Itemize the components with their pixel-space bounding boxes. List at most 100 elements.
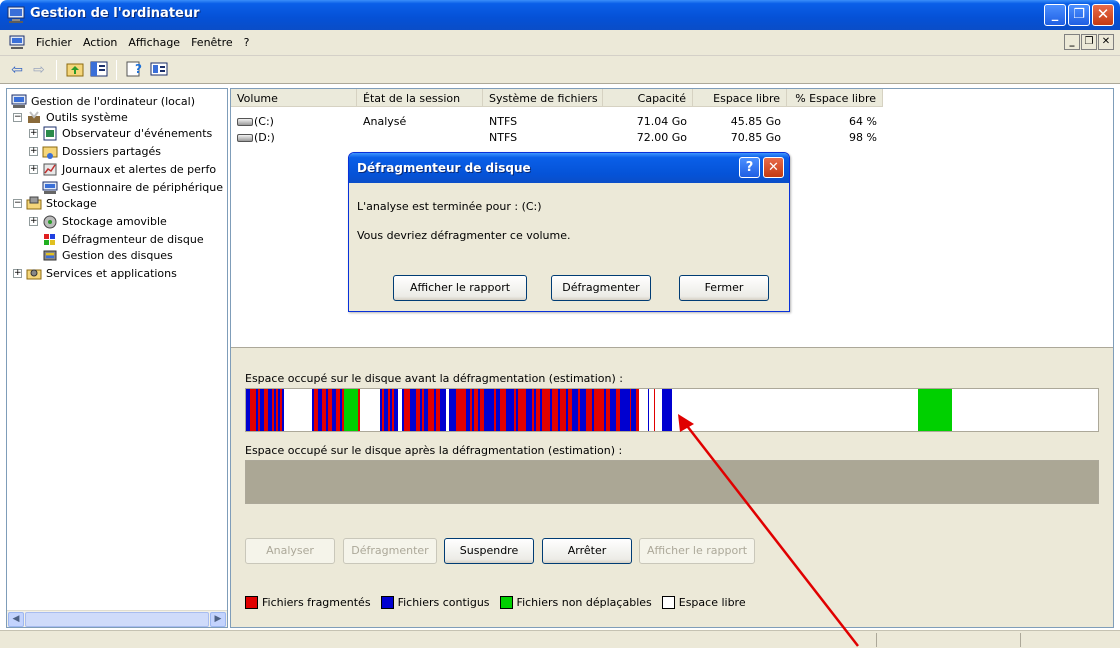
table-row[interactable]: (D:) NTFS 72.00 Go 70.85 Go 98 % [231, 130, 883, 146]
tree-item-removable-storage[interactable]: + Stockage amovible [29, 213, 167, 229]
status-bar [0, 630, 1120, 648]
defragmenter-dialog: Défragmenteur de disque ? ✕ L'analyse es… [348, 152, 790, 312]
device-manager-icon [42, 181, 58, 194]
computer-management-icon [9, 35, 25, 49]
tree-label: Gestionnaire de périphérique [62, 180, 224, 194]
back-arrow-icon[interactable]: ⇦ [6, 61, 28, 79]
column-header-file-system[interactable]: Système de fichiers [483, 89, 603, 107]
tools-icon [28, 110, 40, 123]
collapse-icon[interactable]: − [13, 112, 22, 122]
up-folder-icon[interactable] [64, 61, 86, 79]
fragmented-swatch [245, 596, 258, 609]
column-header-volume[interactable]: Volume [231, 89, 357, 107]
disk-management-icon [43, 250, 57, 260]
legend-unmovable: Fichiers non déplaçables [516, 596, 652, 609]
analyze-button[interactable]: Analyser [245, 538, 335, 564]
scroll-thumb[interactable] [25, 612, 209, 627]
unmovable-swatch [499, 596, 513, 609]
session-state [357, 130, 483, 146]
mdi-close-button[interactable]: ✕ [1098, 34, 1114, 50]
expand-icon[interactable]: + [29, 146, 38, 156]
maximize-button[interactable]: ❐ [1068, 4, 1090, 26]
tree-item-storage[interactable]: − Stockage [13, 195, 97, 211]
contiguous-swatch [380, 596, 394, 609]
title-bar[interactable]: Gestion de l'ordinateur _ ❐ ✕ [0, 0, 1120, 30]
legend: Fichiers fragmentés Fichiers contigus Fi… [245, 596, 756, 609]
column-header-session-state[interactable]: État de la session [357, 89, 483, 107]
menu-bar: Fichier Action Affichage Fenêtre ? _ ❐ ✕ [0, 30, 1120, 56]
menu-action[interactable]: Action [83, 36, 117, 49]
dialog-title-bar[interactable]: Défragmenteur de disque ? ✕ [349, 153, 789, 183]
services-icon [26, 269, 42, 279]
dialog-close-action-button[interactable]: Fermer [679, 275, 769, 301]
tree-item-disk-management[interactable]: Gestion des disques [42, 247, 173, 263]
tree-item-performance-logs[interactable]: + Journaux et alertes de perfo [29, 161, 216, 177]
expand-icon[interactable]: + [13, 268, 22, 278]
scroll-right-icon[interactable]: ▶ [210, 612, 226, 627]
defragmenter-icon [44, 233, 55, 245]
tree-item-shared-folders[interactable]: + Dossiers partagés [29, 143, 161, 159]
free-percent: 98 % [849, 131, 877, 144]
defrag-panel: Espace occupé sur le disque avant la déf… [231, 347, 1113, 627]
tree-item-event-viewer[interactable]: + Observateur d'événements [29, 125, 212, 141]
capacity: 71.04 Go [636, 115, 687, 128]
pause-button[interactable]: Suspendre [444, 538, 534, 564]
expand-icon[interactable]: + [29, 164, 38, 174]
tree-item-disk-defragmenter[interactable]: Défragmenteur de disque [42, 231, 204, 247]
shared-folders-icon [42, 146, 58, 159]
show-hide-tree-icon[interactable] [88, 61, 110, 79]
computer-icon [11, 94, 27, 108]
menu-help[interactable]: ? [244, 36, 250, 49]
toolbar: ⇦ ⇨ ? [0, 56, 1120, 84]
disk-map-before [245, 388, 1099, 432]
menu-fenetre[interactable]: Fenêtre [191, 36, 233, 49]
view-report-button[interactable]: Afficher le rapport [639, 538, 755, 564]
collapse-icon[interactable]: − [13, 198, 22, 208]
tree-label: Stockage [46, 196, 97, 210]
mdi-minimize-button[interactable]: _ [1064, 34, 1080, 50]
column-header-free-percent[interactable]: % Espace libre [787, 89, 883, 107]
storage-icon [26, 196, 42, 209]
scroll-left-icon[interactable]: ◀ [8, 612, 24, 627]
fragmentation-map [246, 389, 952, 431]
properties-icon[interactable] [148, 61, 170, 79]
tree-item-device-manager[interactable]: Gestionnaire de périphérique [42, 179, 223, 195]
dialog-close-button[interactable]: ✕ [763, 157, 784, 178]
dialog-defragment-button[interactable]: Défragmenter [551, 275, 651, 301]
tree-horizontal-scrollbar[interactable]: ◀ ▶ [7, 610, 227, 627]
hard-disk-icon [237, 118, 253, 126]
expand-icon[interactable]: + [29, 216, 38, 226]
expand-icon[interactable]: + [29, 128, 38, 138]
table-row[interactable]: (C:) Analysé NTFS 71.04 Go 45.85 Go 64 % [231, 114, 883, 130]
event-viewer-icon [43, 126, 57, 140]
column-header-capacity[interactable]: Capacité [603, 89, 693, 107]
help-icon[interactable]: ? [124, 61, 146, 79]
file-system: NTFS [489, 115, 518, 128]
menu-affichage[interactable]: Affichage [128, 36, 180, 49]
mdi-restore-button[interactable]: ❐ [1081, 34, 1097, 50]
help-button[interactable]: ? [739, 157, 760, 178]
performance-logs-icon [43, 163, 57, 175]
legend-fragmented: Fichiers fragmentés [262, 596, 371, 609]
stop-button[interactable]: Arrêter [542, 538, 632, 564]
console-tree: Gestion de l'ordinateur (local) − Outils… [6, 88, 228, 628]
tree-item-services-applications[interactable]: + Services et applications [13, 265, 177, 281]
volume-list-header: Volume État de la session Système de fic… [231, 89, 883, 107]
volume-name: (D:) [254, 131, 275, 144]
defragment-button[interactable]: Défragmenter [343, 538, 437, 564]
tree-item-system-tools[interactable]: − Outils système [13, 109, 128, 125]
menu-fichier[interactable]: Fichier [36, 36, 72, 49]
close-button[interactable]: ✕ [1092, 4, 1114, 26]
capacity: 72.00 Go [636, 131, 687, 144]
tree-label: Dossiers partagés [62, 144, 162, 158]
tree-label: Outils système [46, 110, 128, 124]
legend-contiguous: Fichiers contigus [397, 596, 490, 609]
volume-name: (C:) [254, 115, 274, 128]
minimize-button[interactable]: _ [1044, 4, 1066, 26]
column-header-free-space[interactable]: Espace libre [693, 89, 787, 107]
forward-arrow-icon[interactable]: ⇨ [28, 61, 50, 79]
legend-free: Espace libre [678, 596, 746, 609]
svg-text:?: ? [135, 62, 142, 76]
show-report-button[interactable]: Afficher le rapport [393, 275, 527, 301]
tree-item-computer-management[interactable]: Gestion de l'ordinateur (local) [11, 93, 195, 109]
